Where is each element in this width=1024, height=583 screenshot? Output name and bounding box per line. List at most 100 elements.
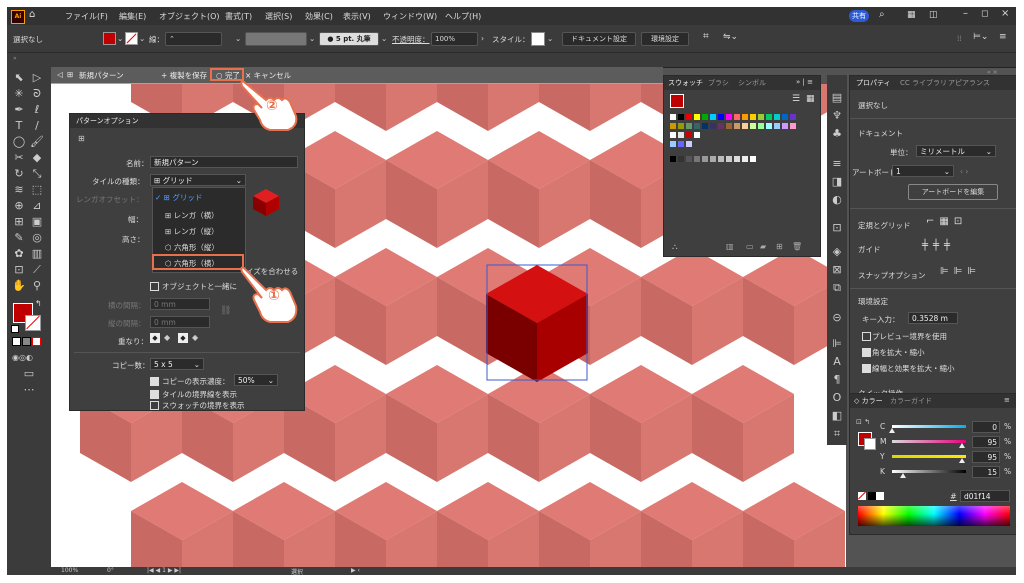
fill-dropdown-icon[interactable]: ⌄ <box>117 34 123 43</box>
tab-symbols[interactable]: シンボル <box>738 78 766 88</box>
color-swatch[interactable] <box>694 156 700 162</box>
character-panel-icon[interactable]: A <box>830 355 844 369</box>
tab-brushes[interactable]: ブラシ <box>708 78 729 88</box>
line-tool-icon[interactable]: / <box>30 119 44 133</box>
gradient-tool-icon[interactable]: ▣ <box>30 215 44 229</box>
tile-type-select[interactable]: ⊞ グリッド ⌄ <box>150 174 246 186</box>
screen-mode-icon[interactable]: ▭ <box>22 367 36 381</box>
color-swatch[interactable] <box>686 123 692 129</box>
menu-item-grid[interactable]: ✓ ⊞ グリッド <box>155 192 202 203</box>
swatch-options-icon[interactable]: ▭ <box>746 242 754 251</box>
lasso-tool-icon[interactable]: ᘐ <box>30 87 44 101</box>
symbols-panel-icon[interactable]: ♣ <box>830 127 844 141</box>
new-group-icon[interactable]: ▰ <box>760 242 766 251</box>
link-icon[interactable]: ⛓ <box>220 306 231 316</box>
color-swatch[interactable] <box>766 123 772 129</box>
brush-definition-field[interactable]: ● 5 pt. 丸筆 <box>319 32 379 46</box>
none-swatch[interactable] <box>858 491 866 500</box>
color-swatch[interactable] <box>670 123 676 129</box>
ruler-grid-icons[interactable]: ⌐▦⊡ <box>926 216 967 227</box>
pen-tool-icon[interactable]: ✒ <box>12 103 26 117</box>
free-transform-tool-icon[interactable]: ⬚ <box>30 183 44 197</box>
menu-edit[interactable]: 編集(E) <box>119 11 146 22</box>
snap-icons[interactable]: ⊫⊫⊫ <box>940 266 981 277</box>
library-icon[interactable]: ⛬ <box>672 242 678 252</box>
properties-panel-icon[interactable]: ▤ <box>830 91 844 105</box>
stroke-color-swatch[interactable] <box>125 32 138 45</box>
align-panel-icon[interactable]: ⊨⌄ <box>973 32 988 42</box>
asset-export-icon[interactable]: ⧉ <box>830 281 844 295</box>
show-swatch-bounds-checkbox[interactable] <box>150 401 159 410</box>
units-select[interactable]: ミリメートル ⌄ <box>916 145 996 157</box>
color-swatch[interactable] <box>734 156 740 162</box>
artboard-nav[interactable]: |◀ ◀ 1 ▶ ▶| <box>147 567 181 574</box>
color-spectrum[interactable] <box>858 506 1010 526</box>
color-swatch[interactable] <box>734 114 740 120</box>
color-swatch[interactable] <box>718 114 724 120</box>
zoom-tool-icon[interactable]: ⚲ <box>30 279 44 293</box>
stroke-swatch[interactable] <box>25 315 41 331</box>
menu-effect[interactable]: 効果(C) <box>305 11 333 22</box>
guide-icons[interactable]: ╪╪╪ <box>922 240 955 251</box>
color-swatch[interactable] <box>750 156 756 162</box>
more-tools-icon[interactable]: ⋯ <box>22 383 36 397</box>
move-tile-checkbox[interactable] <box>150 282 159 291</box>
show-tile-edge-checkbox[interactable] <box>150 390 159 399</box>
color-swatch[interactable] <box>686 156 692 162</box>
align-panel-icon[interactable]: ⊫ <box>830 337 844 351</box>
delete-swatch-icon[interactable]: 🗑 <box>792 242 802 251</box>
color-swatch[interactable] <box>758 114 764 120</box>
color-swatch[interactable] <box>670 156 676 162</box>
color-swatch[interactable] <box>790 123 796 129</box>
color-swatch[interactable] <box>766 114 772 120</box>
opacity-field[interactable]: 100% <box>431 32 478 46</box>
dim-copies-checkbox[interactable] <box>150 377 159 386</box>
menu-type[interactable]: 書式(T) <box>225 11 252 22</box>
search-icon[interactable]: ⌕ <box>879 9 885 20</box>
active-fill-swatch[interactable] <box>670 94 684 108</box>
hand-tool-icon[interactable]: ✋ <box>12 279 26 293</box>
scale-corners-checkbox[interactable] <box>862 348 871 357</box>
pathfinder-panel-icon[interactable]: ◧ <box>830 409 844 423</box>
rotation-value[interactable]: 0° <box>107 567 114 574</box>
color-swatch[interactable] <box>694 132 700 138</box>
color-swatch[interactable] <box>710 123 716 129</box>
slider-handle[interactable] <box>900 473 907 478</box>
document-setup-button[interactable]: ドキュメント設定 <box>562 32 636 46</box>
color-swatch[interactable] <box>782 123 788 129</box>
channel-value-field[interactable]: 15 <box>972 466 1000 478</box>
color-swatch[interactable] <box>678 156 684 162</box>
stroke-panel-icon[interactable]: ≡ <box>830 157 844 171</box>
color-swatch[interactable] <box>774 123 780 129</box>
stroke-weight-field[interactable]: ⌃ <box>165 32 222 46</box>
opacity-label[interactable]: 不透明度： <box>392 34 430 45</box>
preview-bounds-checkbox[interactable] <box>862 332 871 341</box>
transform-panel-icon[interactable]: ⌗ <box>830 427 844 441</box>
share-button[interactable]: 共有 <box>849 10 869 22</box>
back-arrow-icon[interactable]: ◁ <box>57 70 63 79</box>
align-icon[interactable]: ⇋⌄ <box>723 32 738 42</box>
artboard-tool-icon[interactable]: ⊡ <box>12 263 26 277</box>
h-spacing-field[interactable]: 0 mm <box>150 298 210 310</box>
artboards-panel-icon[interactable]: ⊠ <box>830 263 844 277</box>
panel-menu-icon[interactable]: ≡ <box>1004 396 1010 404</box>
width-tool-icon[interactable]: ≋ <box>12 183 26 197</box>
collapse-tools-icon[interactable]: » <box>13 55 17 62</box>
transparency-panel-icon[interactable]: ◐ <box>830 193 844 207</box>
slider-handle[interactable] <box>959 458 966 463</box>
menu-help[interactable]: ヘルプ(H) <box>445 11 481 22</box>
hex-field[interactable]: d01f14 <box>960 490 1010 502</box>
color-swatch[interactable] <box>686 132 692 138</box>
profile-dropdown-icon[interactable]: ⌄ <box>309 34 315 43</box>
menu-item-brick-row[interactable]: ⊞ レンガ（横） <box>165 210 219 221</box>
color-swap-icon[interactable]: ⊡ ↰ <box>856 418 870 426</box>
shape-builder-tool-icon[interactable]: ⊕ <box>12 199 26 213</box>
color-swatch[interactable] <box>710 114 716 120</box>
color-mode-icons[interactable] <box>12 337 46 346</box>
color-swatch[interactable] <box>694 114 700 120</box>
color-swatch[interactable] <box>750 123 756 129</box>
maximize-icon[interactable]: ◻ <box>981 9 988 19</box>
direct-selection-tool-icon[interactable]: ▷ <box>30 71 44 85</box>
v-spacing-field[interactable]: 0 mm <box>150 316 210 328</box>
black-white-swatches[interactable] <box>868 492 884 500</box>
